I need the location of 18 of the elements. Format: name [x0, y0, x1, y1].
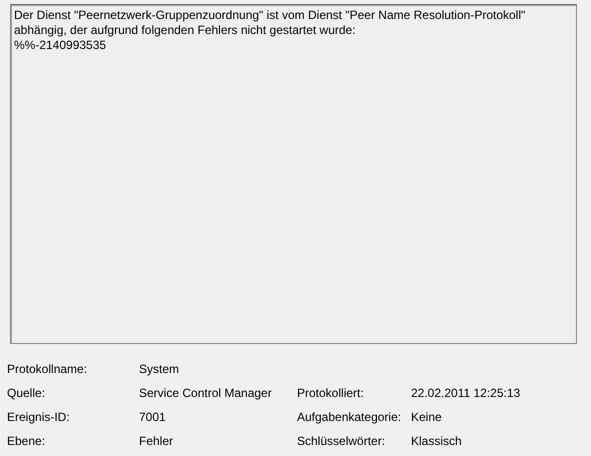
field-label: Protokollname: [7, 362, 88, 376]
message-line: abhängig, der aufgrund folgenden Fehlers nicht gestartet wurde: [14, 23, 357, 38]
field-label: Protokolliert: [297, 386, 364, 400]
message-text-box[interactable]: Der Dienst "Peernetzwerk-Gruppenzuordnung" ist vom Dienst "Peer Name Resolution-Protokoll" abhängig, der aufgrund folgenden Fehlers nicht gestartet wurde: %%-2140993535 [10, 4, 577, 344]
message-line: Der Dienst "Peernetzwerk-Gruppenzuordnung" ist vom Dienst "Peer Name Resolution-Protokoll" [14, 8, 526, 23]
field-value: Keine [411, 410, 442, 424]
field-value: 7001 [139, 410, 166, 424]
field-label: Schlüsselwörter: [297, 434, 386, 448]
field-value: 22.02.2011 12:25:13 [411, 386, 520, 400]
field-label: Ereignis-ID: [7, 410, 70, 424]
field-value: System [139, 362, 180, 376]
message-line: %%-2140993535 [14, 38, 108, 53]
field-value: Fehler [139, 434, 174, 448]
field-value: Service Control Manager [139, 386, 272, 400]
field-label: Ebene: [7, 434, 46, 448]
field-value: Klassisch [411, 434, 462, 448]
field-label: Quelle: [7, 386, 46, 400]
field-label: Aufgabenkategorie: [297, 410, 402, 424]
